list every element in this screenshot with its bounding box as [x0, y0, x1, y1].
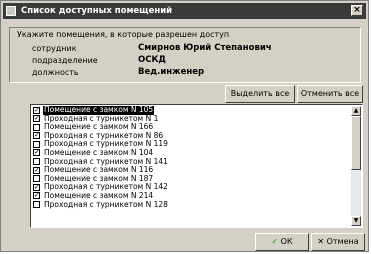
ok-label: ОК [280, 237, 293, 246]
room-label: Проходная с турникетом N 128 [44, 199, 168, 209]
room-checkbox[interactable] [33, 140, 40, 148]
cancel-button[interactable]: ✕ Отмена [311, 233, 365, 251]
room-checkbox[interactable]: ✓ [33, 183, 40, 191]
department-label: подразделение [32, 56, 98, 65]
dialog-window: Список доступных помещений × Укажите пом… [0, 0, 369, 252]
room-checkbox[interactable] [33, 201, 40, 209]
ok-button[interactable]: ✓ ОК [255, 233, 309, 251]
room-checkbox[interactable]: ✓ [33, 166, 40, 174]
cross-icon: ✕ [317, 237, 325, 246]
window-title: Список доступных помещений [21, 6, 173, 16]
cancel-label: Отмена [326, 237, 359, 246]
scroll-down-icon[interactable]: ▼ [351, 216, 361, 226]
checkmark-icon: ✓ [271, 237, 279, 246]
room-checkbox[interactable]: ✓ [33, 106, 40, 114]
title-bar[interactable]: Список доступных помещений × [3, 3, 366, 19]
list-item[interactable]: Проходная с турникетом N 128 [33, 199, 348, 210]
room-checkbox[interactable] [33, 123, 40, 131]
app-icon [6, 6, 16, 16]
room-checkbox[interactable] [33, 175, 40, 183]
room-checkbox[interactable]: ✓ [33, 149, 40, 157]
select-all-button[interactable]: Выделить все [225, 85, 295, 103]
close-button[interactable]: × [351, 5, 363, 16]
employee-label: сотрудник [32, 44, 77, 53]
position-label: должность [32, 68, 79, 77]
employee-value: Смирнов Юрий Степанович [138, 43, 272, 53]
employee-info-panel: Укажите помещения, в которые разрешен до… [9, 27, 361, 83]
scroll-up-icon[interactable]: ▲ [351, 106, 361, 116]
room-checkbox[interactable]: ✓ [33, 192, 40, 200]
rooms-list-rows: ✓ Помещение с замком N 105 ✓ Проходная с ту… [33, 105, 348, 210]
instruction-text: Укажите помещения, в которые разрешен до… [17, 30, 230, 39]
scroll-thumb[interactable] [351, 116, 361, 170]
position-value: Вед.инженер [138, 67, 205, 77]
room-checkbox[interactable]: ✓ [33, 132, 40, 140]
rooms-list[interactable]: ✓ Помещение с замком N 105 ✓ Проходная с ту… [30, 104, 363, 228]
deselect-all-button[interactable]: Отменить все [297, 85, 363, 103]
department-value: ОСКД [138, 55, 166, 65]
room-checkbox[interactable]: ✓ [33, 115, 40, 123]
vertical-scrollbar[interactable]: ▲ ▼ [351, 106, 361, 226]
room-checkbox[interactable] [33, 158, 40, 166]
